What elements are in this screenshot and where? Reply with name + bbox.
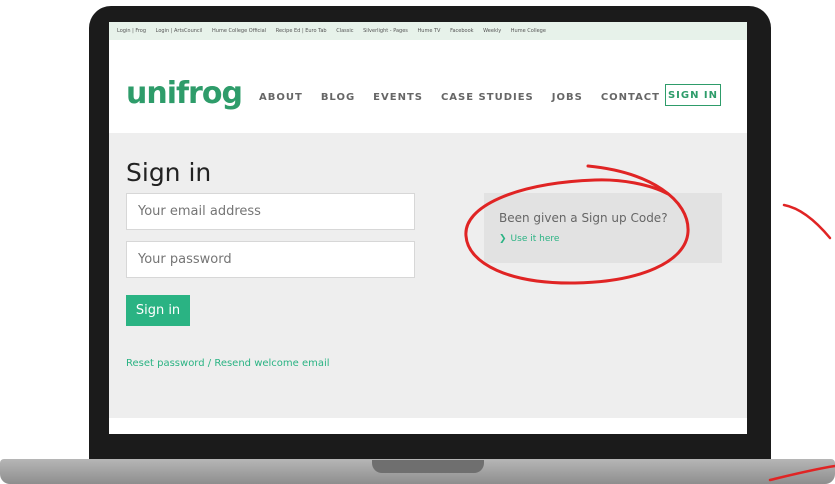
site-header: unifrog ABOUT BLOG EVENTS CASE STUDIES J… [109,40,747,133]
unifrog-logo[interactable]: unifrog [126,76,243,111]
signup-code-box: Been given a Sign up Code? ❯ Use it here [484,193,722,263]
browser-screen: Login | Frog Login | ArtsCouncil Hume Co… [109,22,747,434]
bookmark[interactable]: Silverlight - Pages [363,22,408,40]
bookmark[interactable]: Facebook [450,22,474,40]
page-footer-strip [109,418,747,434]
header-sign-in-button[interactable]: SIGN IN [665,84,721,106]
bookmark[interactable]: Weekly [483,22,501,40]
annotation-stroke [782,203,832,240]
bookmark[interactable]: Recipe Ed | Euro Tab [276,22,327,40]
signup-code-prompt: Been given a Sign up Code? [499,211,668,225]
bookmark[interactable]: Hume TV [418,22,441,40]
page-title: Sign in [126,158,212,187]
nav-case-studies[interactable]: CASE STUDIES [441,92,534,103]
password-field[interactable] [126,241,415,278]
laptop-notch [372,460,484,473]
bookmarks-bar: Login | Frog Login | ArtsCouncil Hume Co… [109,22,747,40]
bookmark[interactable]: Hume College [511,22,546,40]
use-signup-code-link[interactable]: ❯ Use it here [499,234,559,244]
main-nav: ABOUT BLOG EVENTS CASE STUDIES JOBS CONT… [259,92,660,103]
nav-about[interactable]: ABOUT [259,92,303,103]
nav-blog[interactable]: BLOG [321,92,355,103]
email-field[interactable] [126,193,415,230]
nav-contact[interactable]: CONTACT [601,92,660,103]
nav-events[interactable]: EVENTS [373,92,423,103]
bookmark[interactable]: Login | ArtsCouncil [156,22,203,40]
bookmark[interactable]: Hume College Official [212,22,266,40]
nav-jobs[interactable]: JOBS [552,92,583,103]
chevron-right-icon: ❯ [499,234,507,244]
bookmark[interactable]: Classic [336,22,353,40]
use-it-here-label: Use it here [510,234,560,244]
sign-in-button[interactable]: Sign in [126,295,190,326]
bookmark[interactable]: Login | Frog [117,22,146,40]
sign-in-section: Sign in Sign in Reset password / Resend … [109,133,747,418]
reset-password-link[interactable]: Reset password / Resend welcome email [126,358,330,369]
